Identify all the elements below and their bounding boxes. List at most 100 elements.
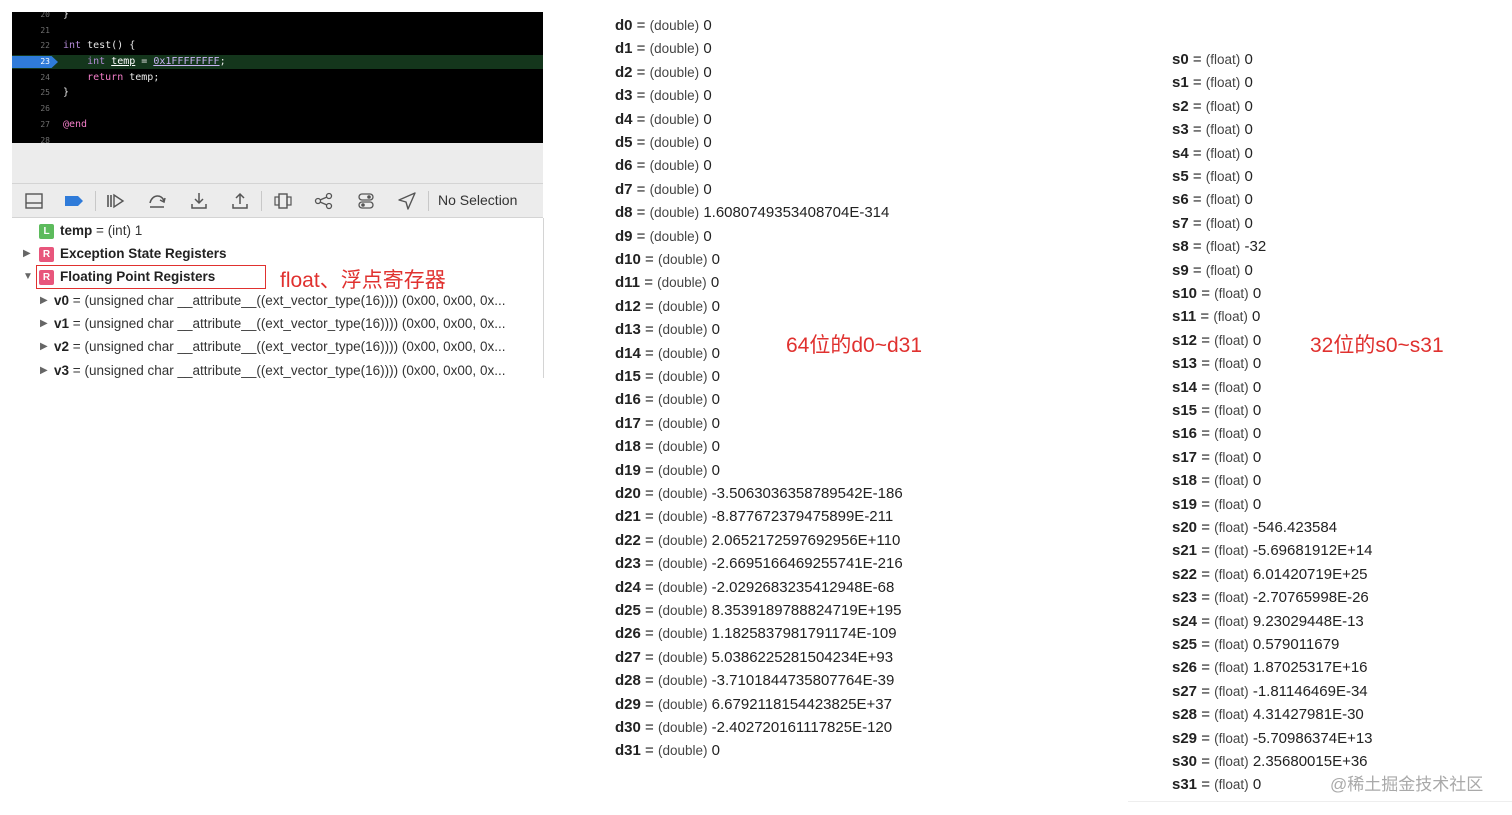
- step-into-icon[interactable]: [189, 191, 209, 211]
- view-debugger-icon[interactable]: [273, 191, 293, 211]
- register-type: (double): [657, 533, 708, 548]
- register-row: d0 = (double) 0: [615, 17, 712, 34]
- register-name: d22: [615, 532, 641, 549]
- register-type: (double): [657, 743, 708, 758]
- variable-row[interactable]: ▶ R Exception State Registers: [23, 243, 227, 265]
- register-name: d19: [615, 462, 641, 479]
- disclosure-collapsed-icon[interactable]: ▶: [40, 290, 48, 312]
- code-editor[interactable]: 20} 21 22 int test() {23 int temp = 0x1FFFF…: [12, 12, 543, 143]
- register-type: (float): [1205, 239, 1241, 254]
- line-number[interactable]: 21: [12, 24, 50, 38]
- register-name: d26: [615, 625, 641, 642]
- register-type: (float): [1205, 263, 1241, 278]
- line-number[interactable]: 20: [12, 12, 50, 22]
- variable-row[interactable]: ▶ v3 = (unsigned char __attribute__((ext_…: [40, 360, 506, 378]
- register-row: d13 = (double) 0: [615, 321, 721, 338]
- register-row: s6 = (float) 0: [1172, 191, 1253, 208]
- line-number[interactable]: 28: [12, 134, 50, 143]
- disclosure-collapsed-icon[interactable]: ▶: [40, 336, 48, 358]
- register-name: s18: [1172, 472, 1198, 489]
- register-value: 0: [711, 345, 721, 362]
- register-value: 0: [711, 415, 721, 432]
- register-type: (double): [657, 369, 708, 384]
- code-text: return temp;: [87, 72, 160, 83]
- register-row: s13 = (float) 0: [1172, 355, 1262, 372]
- code-line: 26: [12, 102, 543, 116]
- disclosure-collapsed-icon[interactable]: ▶: [40, 313, 48, 335]
- register-value: 0: [711, 438, 721, 455]
- line-number[interactable]: 27: [12, 118, 50, 132]
- continue-icon[interactable]: [105, 191, 125, 211]
- register-name: s2: [1172, 98, 1189, 115]
- register-name: d27: [615, 649, 641, 666]
- register-name: d21: [615, 508, 641, 525]
- register-type: (double): [657, 580, 708, 595]
- register-name: d20: [615, 485, 641, 502]
- line-number[interactable]: 22: [12, 39, 50, 53]
- register-type: (double): [657, 509, 708, 524]
- register-row: d7 = (double) 0: [615, 181, 712, 198]
- variable-row[interactable]: ▶ v2 = (unsigned char __attribute__((ext_…: [40, 336, 505, 358]
- register-row: d22 = (double) 2.0652172597692956E+110: [615, 532, 901, 549]
- variable-value: (0x00, 0x00, 0x...: [401, 363, 506, 378]
- register-value: 0: [710, 274, 720, 291]
- memory-graph-icon[interactable]: [314, 191, 334, 211]
- register-name: d0: [615, 17, 633, 34]
- debug-toolbar: No Selection: [12, 183, 543, 218]
- line-number[interactable]: 25: [12, 86, 50, 100]
- register-row: d19 = (double) 0: [615, 462, 721, 479]
- register-name: d4: [615, 111, 633, 128]
- register-name: s10: [1172, 285, 1198, 302]
- register-row: d31 = (double) 0: [615, 742, 721, 759]
- register-name: s6: [1172, 191, 1189, 208]
- register-type: (float): [1214, 543, 1249, 558]
- line-number[interactable]: 24: [12, 71, 50, 85]
- register-name: s22: [1172, 566, 1198, 583]
- register-type: (float): [1205, 169, 1241, 184]
- annotation-float-registers: float、浮点寄存器: [280, 269, 446, 292]
- register-type: (double): [657, 252, 708, 267]
- register-row: s5 = (float) 0: [1172, 168, 1253, 185]
- simulate-location-icon[interactable]: [397, 191, 417, 211]
- register-row: s31 = (float) 0: [1172, 776, 1262, 793]
- register-row: d9 = (double) 0: [615, 228, 712, 245]
- disclosure-expanded-icon[interactable]: ▼: [23, 266, 33, 288]
- variable-row[interactable]: Ltemp = (int) 1: [39, 220, 142, 242]
- register-type: (double): [657, 463, 708, 478]
- register-value: 5.0386225281504234E+93: [711, 649, 894, 666]
- step-out-icon[interactable]: [230, 191, 250, 211]
- register-type: (float): [1214, 777, 1249, 792]
- register-row: s12 = (float) 0: [1172, 332, 1262, 349]
- register-name: s30: [1172, 753, 1198, 770]
- register-value: 0: [1244, 191, 1253, 208]
- register-row: d24 = (double) -2.0292683235412948E-68: [615, 579, 895, 596]
- register-row: s25 = (float) 0.579011679: [1172, 636, 1340, 653]
- register-type: (double): [657, 626, 708, 641]
- register-row: s0 = (float) 0: [1172, 51, 1253, 68]
- register-value: 0: [703, 134, 712, 151]
- breakpoints-toggle-icon[interactable]: [64, 191, 84, 211]
- register-row: d15 = (double) 0: [615, 368, 721, 385]
- variable-row[interactable]: ▶ v1 = (unsigned char __attribute__((ext_…: [40, 313, 505, 335]
- register-row: d5 = (double) 0: [615, 134, 712, 151]
- register-row: s1 = (float) 0: [1172, 74, 1253, 91]
- disclosure-collapsed-icon[interactable]: ▶: [23, 243, 31, 265]
- register-row: s2 = (float) 0: [1172, 98, 1253, 115]
- register-type: (float): [1214, 333, 1249, 348]
- variable-name: v2: [54, 339, 70, 354]
- environment-overrides-icon[interactable]: [356, 191, 376, 211]
- register-name: s3: [1172, 121, 1189, 138]
- hide-debug-area-icon[interactable]: [24, 191, 44, 211]
- variables-view[interactable]: Ltemp = (int) 1 ▶ R Exception State Registe…: [12, 218, 544, 378]
- line-number[interactable]: 23: [12, 55, 50, 69]
- register-row: s11 = (float) 0: [1172, 308, 1261, 325]
- variable-value: (0x00, 0x00, 0x...: [401, 293, 506, 308]
- disclosure-collapsed-icon[interactable]: ▶: [40, 360, 48, 378]
- register-name: s27: [1172, 683, 1198, 700]
- register-type: (double): [657, 697, 708, 712]
- step-over-icon[interactable]: [147, 191, 167, 211]
- variable-equals: =: [72, 339, 81, 354]
- line-number[interactable]: 26: [12, 102, 50, 116]
- annotation-s-registers: 32位的s0~s31: [1310, 334, 1444, 357]
- register-row: s26 = (float) 1.87025317E+16: [1172, 659, 1368, 676]
